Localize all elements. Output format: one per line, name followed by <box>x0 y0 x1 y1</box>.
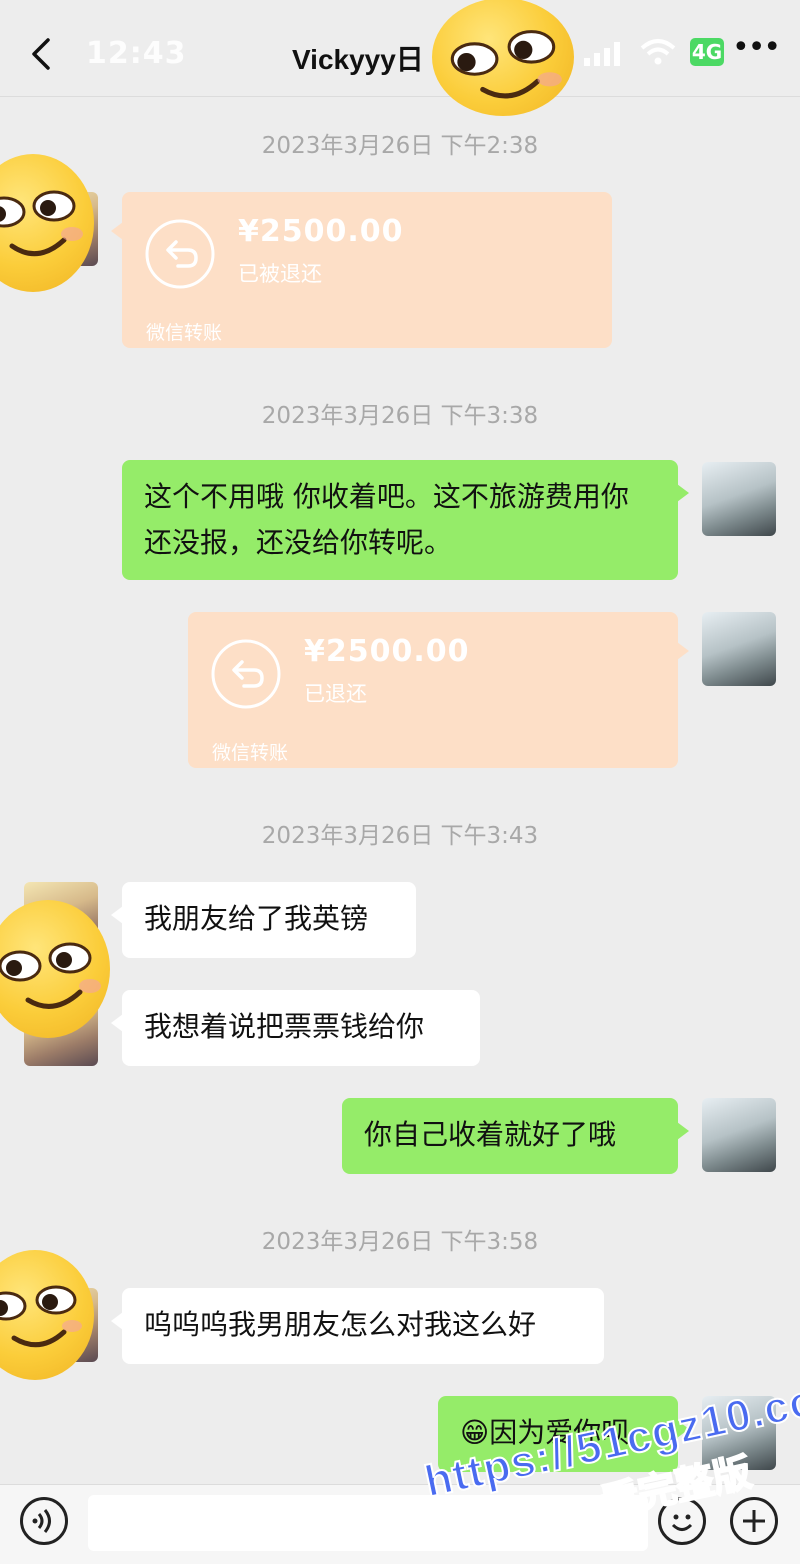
signal-icon <box>584 42 620 66</box>
timestamp: 2023年3月26日 下午3:58 <box>261 1229 539 1255</box>
transfer-card[interactable]: ¥2500.00 已退还 微信转账 <box>188 612 689 768</box>
avatar-self[interactable] <box>702 462 776 536</box>
more-icon[interactable]: ••• <box>732 30 781 65</box>
network-badge: 4G <box>690 38 724 66</box>
timestamp: 2023年3月26日 下午3:43 <box>261 823 539 849</box>
voice-icon[interactable] <box>20 1497 68 1545</box>
transfer-amount: ¥2500.00 <box>238 214 404 249</box>
transfer-status: 已被退还 <box>238 262 322 286</box>
wifi-icon <box>640 39 676 65</box>
transfer-card[interactable]: ¥2500.00 已被退还 微信转账 <box>111 192 612 348</box>
transfer-status: 已退还 <box>304 682 367 706</box>
message-bubble-contact[interactable]: 我朋友给了我英镑 <box>111 882 416 958</box>
transfer-label: 微信转账 <box>212 742 289 764</box>
message-bubble-contact[interactable]: 我想着说把票票钱给你 <box>111 990 480 1066</box>
timestamp: 2023年3月26日 下午2:38 <box>261 133 539 159</box>
status-time: 12:43 <box>86 36 187 71</box>
avatar-self[interactable] <box>702 1098 776 1172</box>
cover-emoji-sticker <box>0 1250 94 1380</box>
cover-emoji-sticker <box>0 154 94 292</box>
chat-title: Vickyyy日 <box>292 44 424 75</box>
refund-icon <box>211 639 281 709</box>
chat-header: 12:43 Vickyyy日 4G ••• <box>0 0 800 97</box>
message-bubble-contact[interactable]: 呜呜呜我男朋友怎么对我这么好 <box>111 1288 604 1364</box>
back-icon[interactable] <box>22 34 62 74</box>
timestamp: 2023年3月26日 下午3:38 <box>261 403 539 429</box>
cover-emoji-sticker <box>0 900 110 1038</box>
transfer-amount: ¥2500.00 <box>304 634 470 669</box>
message-bubble-self[interactable]: 这个不用哦 你收着吧。这不旅游费用你还没报，还没给你转呢。 <box>122 460 689 580</box>
cover-emoji-sticker <box>432 0 574 116</box>
plus-icon[interactable] <box>730 1497 778 1545</box>
avatar-self[interactable] <box>702 612 776 686</box>
message-bubble-self[interactable]: 你自己收着就好了哦 <box>342 1098 689 1174</box>
refund-icon <box>145 219 215 289</box>
transfer-label: 微信转账 <box>146 322 223 344</box>
